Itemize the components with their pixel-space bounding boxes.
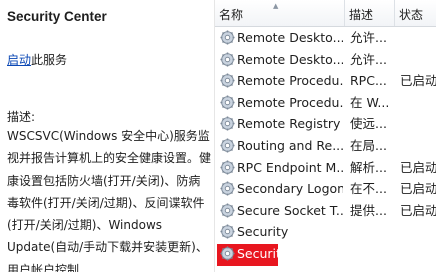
- service-gear-icon: [220, 116, 235, 131]
- service-name: Security: [237, 224, 289, 240]
- service-description: 提供...: [350, 202, 387, 218]
- service-gear-icon: [220, 30, 235, 45]
- service-name: Secondary Logon: [237, 181, 343, 197]
- column-header-status-label: 状态: [399, 8, 424, 22]
- table-row[interactable]: Secondary Logon 在不... 已启动: [215, 178, 436, 199]
- list-header: ▲ 名称 描述 状态: [215, 0, 436, 27]
- service-name: Remote Registry: [237, 116, 341, 132]
- service-status: 已启动: [400, 159, 436, 175]
- table-row[interactable]: Remote Procedu... RPC... 已启动: [215, 70, 436, 91]
- table-row[interactable]: Security: [215, 243, 436, 266]
- service-description: 允许...: [350, 51, 387, 67]
- service-name: Remote Deskto...: [237, 30, 343, 45]
- table-row[interactable]: Routing and Re... 在局...: [215, 135, 436, 156]
- table-row[interactable]: Secure Socket T... 提供... 已启动: [215, 200, 436, 221]
- start-service-suffix: 此服务: [31, 53, 68, 67]
- start-service-row: 启动此服务: [7, 51, 67, 68]
- table-row[interactable]: Remote Registry 使远...: [215, 113, 436, 134]
- service-name: Security: [237, 246, 289, 261]
- sort-ascending-icon: ▲: [273, 2, 279, 10]
- table-row[interactable]: RPC Endpoint M... 解析... 已启动: [215, 157, 436, 178]
- column-header-description[interactable]: 描述: [345, 0, 395, 26]
- column-header-status[interactable]: 状态: [395, 0, 436, 26]
- description-text: WSCSVC(Windows 安全中心)服务监视并报告计算机上的安全健康设置。健…: [7, 129, 212, 272]
- table-row[interactable]: Remote Deskto... 允许...: [215, 49, 436, 70]
- service-gear-icon: [220, 95, 235, 110]
- service-description: 在局...: [350, 138, 387, 153]
- service-detail-pane: Security Center 启动此服务 描述: WSCSVC(Windows…: [0, 0, 215, 272]
- service-name: Routing and Re...: [237, 138, 343, 153]
- service-status: 已启动: [400, 181, 436, 197]
- service-name: Remote Procedu...: [237, 94, 343, 110]
- service-gear-icon: [220, 203, 235, 218]
- service-gear-icon: [220, 181, 235, 196]
- service-description: 使远...: [350, 116, 387, 132]
- service-name: Secure Socket T...: [237, 202, 343, 218]
- service-gear-icon: [220, 52, 235, 67]
- service-gear-icon: [220, 73, 235, 88]
- services-list[interactable]: ▲ 名称 描述 状态 Remote Deskto... 允许... Remote D…: [215, 0, 436, 272]
- table-row[interactable]: Remote Deskto... 允许...: [215, 27, 436, 48]
- column-header-name-label: 名称: [219, 8, 244, 22]
- service-name: Remote Deskto...: [237, 51, 343, 67]
- service-description: RPC...: [350, 73, 387, 89]
- service-status: 已启动: [400, 73, 436, 89]
- description-label: 描述:: [7, 110, 36, 124]
- service-description: 解析...: [350, 159, 387, 175]
- service-status: 已启动: [400, 202, 436, 218]
- start-service-link[interactable]: 启动: [7, 53, 31, 67]
- service-description: 在 W...: [350, 94, 390, 110]
- service-gear-icon: [220, 224, 235, 239]
- service-gear-icon: [220, 138, 235, 153]
- service-name: Remote Procedu...: [237, 73, 343, 89]
- table-row[interactable]: Remote Procedu... 在 W...: [215, 92, 436, 113]
- service-gear-icon: [220, 160, 235, 175]
- service-title: Security Center: [7, 9, 107, 24]
- service-name: RPC Endpoint M...: [237, 159, 343, 175]
- service-gear-icon: [220, 246, 235, 261]
- column-header-description-label: 描述: [349, 8, 374, 22]
- table-row[interactable]: Security: [215, 221, 436, 242]
- service-description: 允许...: [350, 30, 387, 45]
- column-header-name[interactable]: ▲ 名称: [215, 0, 345, 26]
- service-description: 在不...: [350, 181, 387, 197]
